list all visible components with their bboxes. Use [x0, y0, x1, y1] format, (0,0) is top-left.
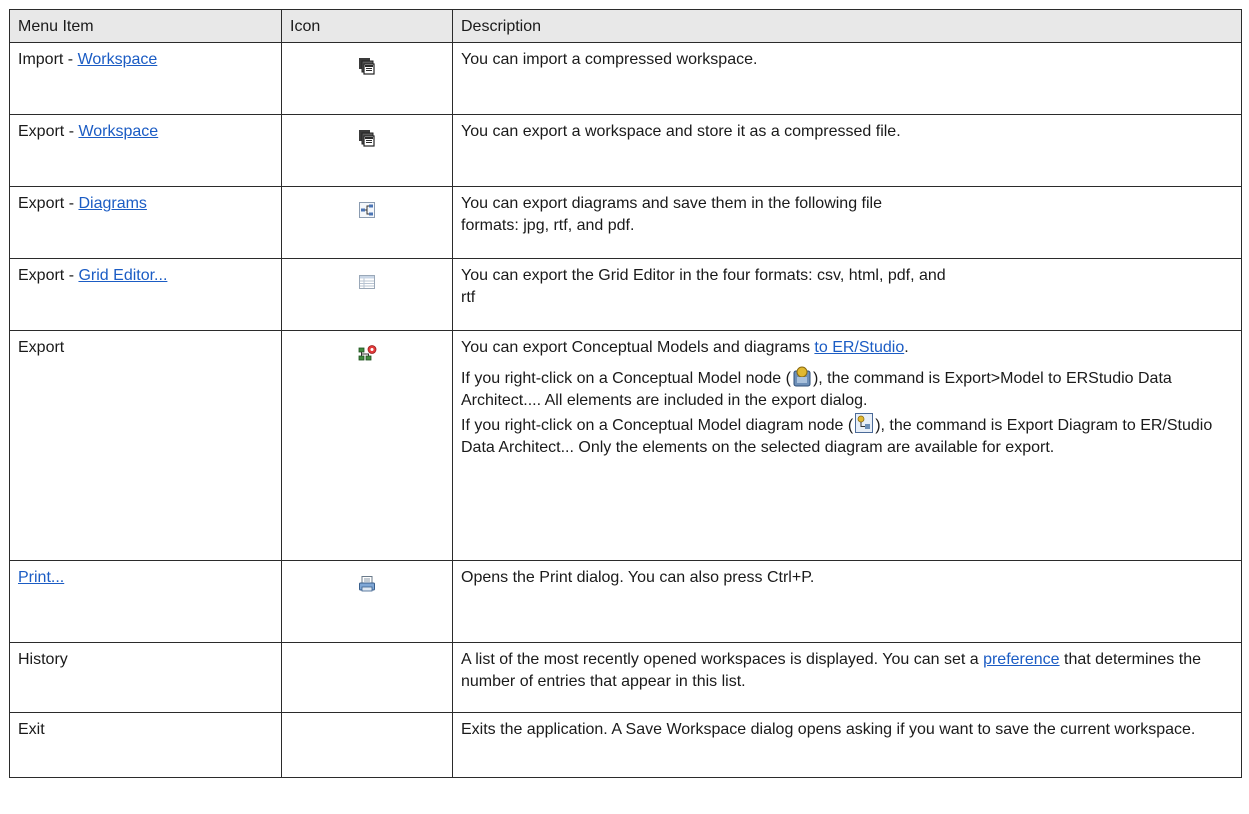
menu-item-cell: Export - Workspace — [9, 114, 282, 187]
icon-cell — [281, 186, 453, 259]
icon-cell — [281, 712, 453, 778]
icon-cell — [281, 258, 453, 331]
diagrams-link[interactable]: Diagrams — [78, 195, 146, 212]
description-cell: You can export the Grid Editor in the fo… — [452, 258, 1242, 331]
menu-item-prefix: Export - — [18, 267, 79, 284]
menu-item-cell: Export - Diagrams — [9, 186, 282, 259]
table-row: Exit Exits the application. A Save Works… — [9, 712, 1242, 778]
preference-link[interactable]: preference — [983, 651, 1060, 668]
menu-item-cell: History — [9, 642, 282, 713]
grid-editor-link[interactable]: Grid Editor... — [78, 267, 167, 284]
description-paragraph: If you right-click on a Conceptual Model… — [461, 365, 1233, 412]
workspace-link[interactable]: Workspace — [78, 123, 158, 140]
menu-item-cell: Export - Grid Editor... — [9, 258, 282, 331]
description-cell: You can export Conceptual Models and dia… — [452, 330, 1242, 561]
workspace-link[interactable]: Workspace — [78, 51, 158, 68]
description-cell: You can export a workspace and store it … — [452, 114, 1242, 187]
header-description: Description — [452, 9, 1242, 43]
table-row: Export You can export Conceptual Models … — [9, 330, 1242, 561]
description-cell: Exits the application. A Save Workspace … — [452, 712, 1242, 778]
description-cell: A list of the most recently opened works… — [452, 642, 1242, 713]
description-line: You can export diagrams and save them in… — [461, 195, 882, 212]
export-model-icon — [358, 344, 377, 361]
icon-cell — [281, 330, 453, 561]
menu-item-prefix: Export - — [18, 123, 79, 140]
conceptual-model-diagram-node-icon — [855, 413, 874, 433]
menu-item-cell: Print... — [9, 560, 282, 643]
description-paragraph: You can export Conceptual Models and dia… — [461, 337, 1233, 359]
icon-cell — [281, 642, 453, 713]
table-row: Export - Workspace You can export a work… — [9, 114, 1242, 187]
description-text: If you right-click on a Conceptual Model… — [461, 417, 854, 434]
description-text: . — [904, 339, 909, 356]
print-icon — [359, 575, 375, 592]
menu-items-table: Menu Item Icon Description Import - Work… — [9, 9, 1242, 778]
workspace-icon — [359, 129, 375, 147]
table-row: Export - Diagrams You can export diagram… — [9, 186, 1242, 259]
description-cell: Opens the Print dialog. You can also pre… — [452, 560, 1242, 643]
description-cell: You can export diagrams and save them in… — [452, 186, 1242, 259]
table-row: Import - Workspace You can import a comp… — [9, 42, 1242, 115]
table-row: Export - Grid Editor... You can export t… — [9, 258, 1242, 331]
menu-item-prefix: Export - — [18, 195, 79, 212]
menu-item-cell: Exit — [9, 712, 282, 778]
menu-item-cell: Export — [9, 330, 282, 561]
table-row: History A list of the most recently open… — [9, 642, 1242, 713]
diagram-icon — [359, 201, 375, 218]
table-header-row: Menu Item Icon Description — [9, 9, 1242, 43]
description-cell: You can import a compressed workspace. — [452, 42, 1242, 115]
description-line: rtf — [461, 289, 476, 306]
conceptual-model-node-icon — [793, 366, 811, 387]
description-text: You can export Conceptual Models and dia… — [461, 339, 815, 356]
grid-icon — [359, 274, 375, 289]
icon-cell — [281, 42, 453, 115]
description-line: You can export the Grid Editor in the fo… — [461, 267, 946, 284]
description-text: A list of the most recently opened works… — [461, 651, 984, 668]
er-studio-link[interactable]: to ER/Studio — [814, 339, 904, 356]
menu-item-cell: Import - Workspace — [9, 42, 282, 115]
description-line: formats: jpg, rtf, and pdf. — [461, 217, 635, 234]
print-link[interactable]: Print... — [18, 569, 64, 586]
table-row: Print... Opens the Print dialog. You can… — [9, 560, 1242, 643]
menu-item-prefix: Import - — [18, 51, 78, 68]
description-paragraph: If you right-click on a Conceptual Model… — [461, 412, 1233, 459]
header-icon: Icon — [281, 9, 453, 43]
workspace-icon — [359, 57, 375, 75]
description-text: If you right-click on a Conceptual Model… — [461, 370, 791, 387]
icon-cell — [281, 560, 453, 643]
header-menu-item: Menu Item — [9, 9, 282, 43]
icon-cell — [281, 114, 453, 187]
